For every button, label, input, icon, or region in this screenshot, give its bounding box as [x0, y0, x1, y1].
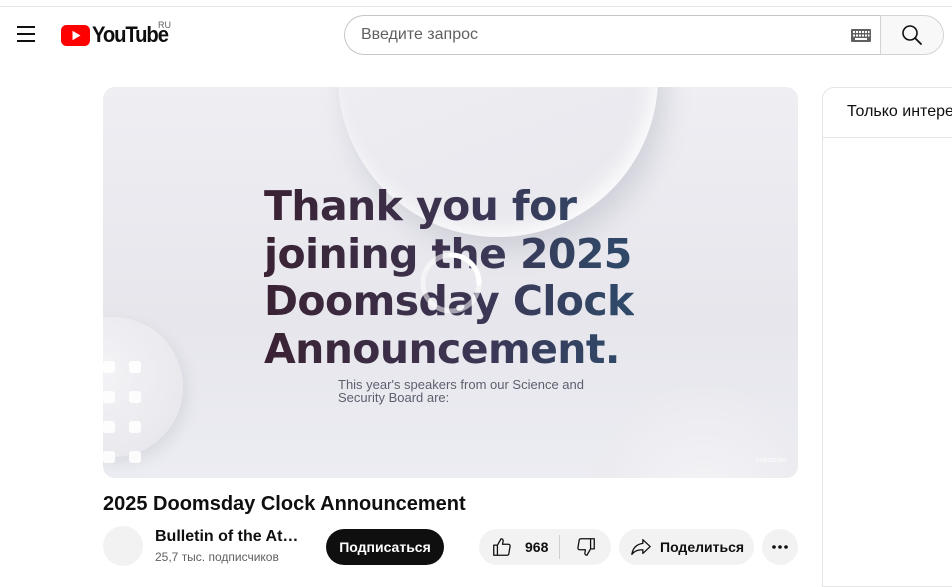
search-button[interactable]	[880, 15, 944, 55]
share-icon	[631, 539, 651, 555]
subscriber-count: 25,7 тыс. подписчиков	[155, 550, 279, 564]
share-label: Поделиться	[660, 539, 745, 555]
channel-name[interactable]: Bulletin of the Atomic Scientists	[155, 528, 300, 546]
channel-avatar[interactable]	[103, 526, 143, 566]
slide-heading-line: Announcement.	[264, 324, 620, 373]
like-count: 968	[525, 539, 549, 555]
menu-icon-bar	[17, 33, 35, 35]
share-button[interactable]: Поделиться	[619, 529, 754, 565]
menu-icon-bar	[17, 40, 35, 42]
region-code: RU	[158, 20, 171, 30]
side-panel-header: Только интересное	[823, 88, 952, 138]
menu-icon-bar	[17, 26, 35, 28]
slide-heading-line: Thank you for	[264, 182, 577, 230]
thumbs-up-icon	[493, 538, 511, 556]
search-input[interactable]	[361, 16, 841, 54]
keyboard-icon[interactable]	[851, 29, 871, 42]
loading-spinner-icon	[420, 252, 482, 314]
side-panel-title: Только интересное	[847, 103, 952, 120]
video-title: 2025 Doomsday Clock Announcement	[103, 493, 466, 515]
more-actions-button[interactable]	[762, 529, 798, 565]
thumbs-down-icon	[576, 538, 595, 556]
like-dislike-group: 968	[479, 529, 611, 565]
like-button[interactable]: 968	[479, 529, 559, 565]
search-icon	[902, 25, 922, 45]
slide-subtitle: This year's speakers from our Science an…	[338, 378, 584, 404]
dislike-button[interactable]	[560, 529, 611, 565]
background-decoration	[573, 387, 798, 478]
masthead: YouTube RU	[0, 8, 952, 64]
side-panel: Только интересное	[822, 87, 952, 587]
menu-button[interactable]	[9, 14, 43, 54]
search-box	[344, 15, 881, 55]
logo-wordmark: YouTube	[92, 22, 169, 47]
youtube-play-icon	[61, 24, 90, 46]
video-player[interactable]: Thank you for joining the 2025 Doomsday …	[103, 87, 798, 478]
top-border	[0, 0, 952, 7]
subscribe-watermark[interactable]: Subscribe	[755, 457, 786, 464]
subscribe-button[interactable]: Подписаться	[326, 529, 444, 565]
more-horizontal-icon	[772, 545, 788, 549]
dot-pattern	[103, 361, 141, 463]
slide-subtitle-line: Security Board are:	[338, 390, 450, 405]
